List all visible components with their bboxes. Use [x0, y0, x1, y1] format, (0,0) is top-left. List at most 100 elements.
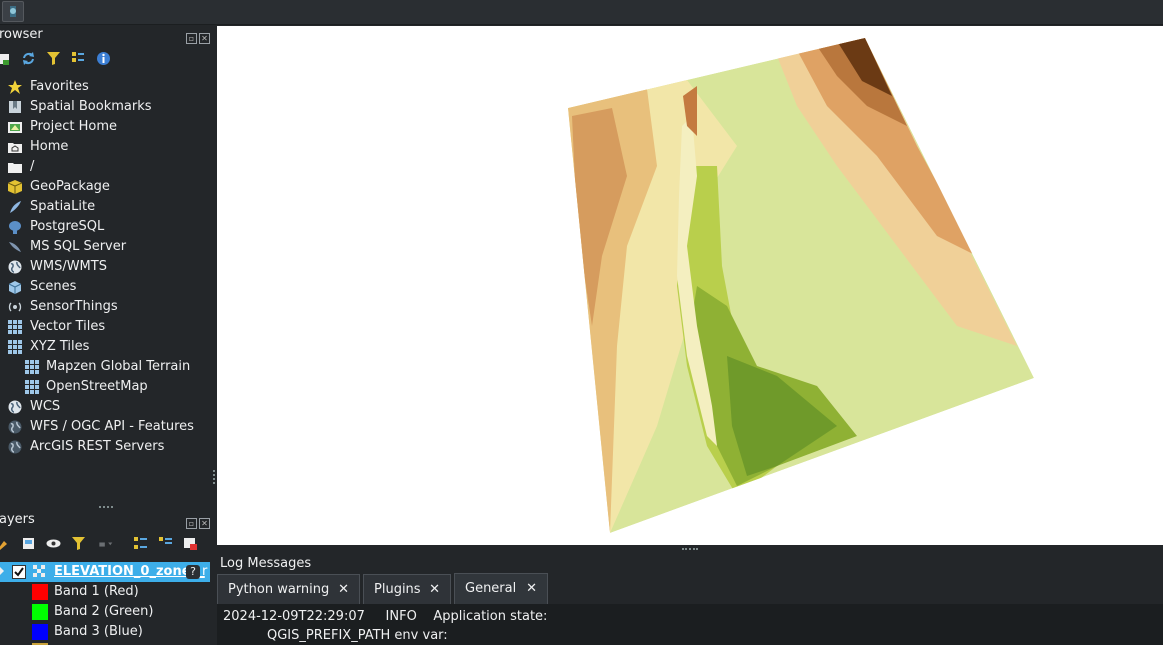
browser-item-mapzen-global-terrain[interactable]: Mapzen Global Terrain — [0, 357, 212, 377]
browser-item-label: / — [30, 159, 35, 174]
tab-label: Plugins — [374, 582, 421, 597]
browser-title: rowser — [0, 27, 43, 42]
band-label: Band 3 (Blue) — [54, 624, 143, 639]
map-canvas[interactable] — [217, 26, 1163, 545]
raster-layer-icon — [33, 565, 45, 577]
qgis-app-icon[interactable] — [2, 1, 24, 22]
spatialite-icon — [10, 201, 21, 213]
browser-toolbar — [0, 47, 212, 71]
close-dock-icon[interactable]: ✕ — [199, 518, 210, 529]
browser-item-label: ArcGIS REST Servers — [30, 439, 165, 454]
browser-item-label: PostgreSQL — [30, 219, 105, 234]
collapse-all-layers-icon[interactable] — [158, 536, 173, 551]
log-text-area[interactable]: 2024-12-09T22:29:07 INFO Application sta… — [217, 604, 1163, 645]
browser-item-scenes[interactable]: Scenes — [0, 277, 212, 297]
browser-item-project-home[interactable]: Project Home — [0, 117, 212, 137]
browser-item-arcgis-rest[interactable]: ArcGIS REST Servers — [0, 437, 212, 457]
tab-label: General — [465, 581, 517, 596]
layers-panel-title: ayers ▫ ✕ — [0, 510, 212, 530]
layer-name-overflow: r — [202, 564, 208, 579]
elevation-raster — [568, 38, 1034, 533]
browser-item-mssql[interactable]: MS SQL Server — [0, 237, 212, 257]
float-dock-icon[interactable]: ▫ — [186, 518, 197, 529]
info-icon[interactable] — [96, 51, 111, 66]
browser-item-spatial-bookmarks[interactable]: Spatial Bookmarks — [0, 97, 212, 117]
close-dock-icon[interactable]: ✕ — [199, 33, 210, 44]
bookmark-icon — [9, 101, 21, 113]
layer-item-elevation[interactable]: ELEVATION_0_zones_ ? r — [0, 562, 210, 582]
tab-close-icon[interactable]: ✕ — [429, 575, 440, 605]
tab-plugins[interactable]: Plugins ✕ — [363, 574, 451, 604]
browser-item-label: SensorThings — [30, 299, 118, 314]
tile-grid-icon — [25, 360, 39, 374]
band-legend-green: Band 2 (Green) — [0, 602, 212, 622]
browser-item-geopackage[interactable]: GeoPackage — [0, 177, 212, 197]
browser-item-label: OpenStreetMap — [46, 379, 148, 394]
browser-item-label: Vector Tiles — [30, 319, 106, 334]
browser-panel-title: rowser ▫ ✕ — [0, 25, 212, 45]
left-dock: rowser ▫ ✕ Favorites Spatial Bookmarks Pr… — [0, 25, 212, 645]
expand-arrow-icon[interactable] — [0, 567, 4, 575]
xyz-tiles-grid-icon — [8, 340, 22, 354]
visibility-eye-icon[interactable] — [46, 536, 61, 551]
top-toolbar — [0, 0, 1163, 25]
refresh-icon[interactable] — [21, 51, 36, 66]
browser-item-root[interactable]: / — [0, 157, 212, 177]
blue-swatch — [32, 624, 48, 640]
folder-icon — [8, 163, 22, 173]
home-folder-icon — [8, 143, 22, 153]
browser-item-label: Home — [30, 139, 69, 154]
browser-item-label: Scenes — [30, 279, 77, 294]
wfs-globe-icon — [8, 420, 22, 434]
dock-buttons: ▫ ✕ — [184, 513, 210, 529]
layer-visibility-checkbox[interactable] — [12, 565, 26, 579]
red-swatch — [32, 584, 48, 600]
dock-buttons: ▫ ✕ — [184, 28, 210, 44]
layer-notice-help-icon[interactable]: ? — [186, 565, 200, 579]
filter-legend-icon[interactable] — [71, 536, 86, 551]
browser-item-xyz-tiles[interactable]: XYZ Tiles — [0, 337, 212, 357]
browser-item-label: WCS — [30, 399, 61, 414]
browser-item-label: GeoPackage — [30, 179, 110, 194]
add-layer-icon[interactable] — [0, 51, 15, 66]
geopackage-icon — [8, 180, 22, 194]
tab-close-icon[interactable]: ✕ — [526, 574, 537, 604]
arcgis-globe-icon — [8, 440, 22, 454]
postgresql-icon — [9, 221, 21, 234]
checkmark-icon — [14, 567, 24, 577]
browser-item-wfs-ogc-api[interactable]: WFS / OGC API - Features — [0, 417, 212, 437]
collapse-all-icon[interactable] — [71, 51, 86, 66]
browser-item-favorites[interactable]: Favorites — [0, 77, 212, 97]
browser-item-wcs[interactable]: WCS — [0, 397, 212, 417]
log-messages-panel: Log Messages Python warning ✕ Plugins ✕ … — [217, 553, 1163, 645]
browser-item-home[interactable]: Home — [0, 137, 212, 157]
browser-item-wms-wmts[interactable]: WMS/WMTS — [0, 257, 212, 277]
remove-layer-dropdown-icon[interactable] — [98, 536, 113, 551]
tab-general[interactable]: General ✕ — [454, 573, 548, 604]
star-icon — [8, 80, 22, 94]
tab-label: Python warning — [228, 582, 330, 597]
log-line: QGIS_PREFIX_PATH env var: — [267, 628, 448, 643]
float-dock-icon[interactable]: ▫ — [186, 33, 197, 44]
panel-splitter-handle[interactable] — [0, 504, 212, 510]
band-label: Band 2 (Green) — [54, 604, 154, 619]
browser-item-postgresql[interactable]: PostgreSQL — [0, 217, 212, 237]
add-group-icon[interactable] — [21, 536, 36, 551]
remove-layer-icon[interactable] — [183, 536, 198, 551]
band-legend-blue: Band 3 (Blue) — [0, 622, 212, 642]
band-legend-red: Band 1 (Red) — [0, 582, 212, 602]
layer-name: ELEVATION_0_zones_ — [54, 564, 205, 579]
browser-item-spatialite[interactable]: SpatiaLite — [0, 197, 212, 217]
expand-all-icon[interactable] — [133, 536, 148, 551]
log-splitter-handle[interactable] — [217, 545, 1163, 553]
style-paint-icon[interactable] — [0, 536, 11, 551]
browser-item-sensorthings[interactable]: SensorThings — [0, 297, 212, 317]
filter-icon[interactable] — [46, 51, 61, 66]
green-swatch — [32, 604, 48, 620]
scenes-cube-icon — [8, 281, 22, 294]
tab-close-icon[interactable]: ✕ — [338, 575, 349, 605]
browser-item-openstreetmap[interactable]: OpenStreetMap — [0, 377, 212, 397]
tab-python-warning[interactable]: Python warning ✕ — [217, 574, 360, 604]
mssql-icon — [9, 242, 21, 252]
browser-item-vector-tiles[interactable]: Vector Tiles — [0, 317, 212, 337]
